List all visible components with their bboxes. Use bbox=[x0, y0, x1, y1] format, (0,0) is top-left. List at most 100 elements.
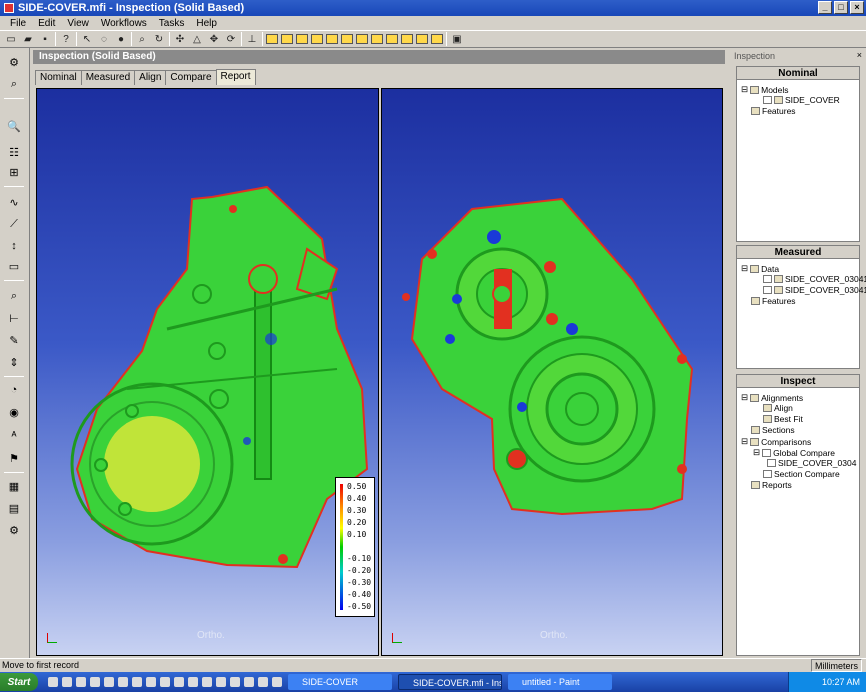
quick-launch-icon[interactable] bbox=[90, 677, 100, 687]
left-3d-viewport[interactable]: 0.50 0.40 0.30 0.20 0.10 -0.10 -0.20 -0.… bbox=[36, 88, 379, 656]
quick-launch-icon[interactable] bbox=[188, 677, 198, 687]
flag-tool-icon[interactable]: ⚑ bbox=[5, 450, 23, 466]
checkbox-icon[interactable] bbox=[762, 448, 772, 457]
screen-icon[interactable]: ▣ bbox=[450, 32, 464, 46]
tree-item-gc-scan[interactable]: SIDE_COVER_0304 bbox=[778, 458, 856, 468]
lasso-icon[interactable]: ◌ bbox=[97, 32, 111, 46]
curve-tool-icon[interactable]: ∿ bbox=[5, 194, 23, 210]
expand-icon[interactable]: ⊟ bbox=[741, 263, 748, 274]
help-icon[interactable]: ? bbox=[59, 32, 73, 46]
expand-icon[interactable]: ⊟ bbox=[741, 436, 748, 447]
maximize-button[interactable]: □ bbox=[834, 1, 848, 14]
quick-launch-icon[interactable] bbox=[230, 677, 240, 687]
checkbox-icon[interactable] bbox=[763, 275, 772, 283]
open-folder-icon[interactable]: ▰ bbox=[21, 32, 35, 46]
view-iso1-icon[interactable] bbox=[356, 34, 368, 44]
quick-launch-icon[interactable] bbox=[118, 677, 128, 687]
tree-item-reports[interactable]: Reports bbox=[762, 480, 792, 490]
quick-launch-icon[interactable] bbox=[132, 677, 142, 687]
tree-item-align[interactable]: Align bbox=[774, 403, 793, 413]
taskbar-item-paint[interactable]: untitled - Paint bbox=[508, 674, 612, 690]
quick-launch-icon[interactable] bbox=[146, 677, 156, 687]
right-3d-viewport[interactable]: Ortho. bbox=[381, 88, 723, 656]
checkbox-icon[interactable] bbox=[767, 459, 776, 467]
tree-item-side-cover[interactable]: SIDE_COVER bbox=[785, 95, 840, 105]
checkbox-icon[interactable] bbox=[763, 96, 772, 104]
tab-compare[interactable]: Compare bbox=[165, 70, 217, 85]
quick-launch-icon[interactable] bbox=[48, 677, 58, 687]
tab-measured[interactable]: Measured bbox=[80, 70, 136, 85]
close-button[interactable]: × bbox=[850, 1, 864, 14]
expand-icon[interactable]: ⊟ bbox=[741, 84, 748, 95]
sphere-icon[interactable]: ● bbox=[114, 32, 128, 46]
fit-icon[interactable]: ✣ bbox=[173, 32, 187, 46]
quick-launch-icon[interactable] bbox=[160, 677, 170, 687]
tab-align[interactable]: Align bbox=[134, 70, 167, 85]
checkbox-icon[interactable] bbox=[763, 470, 772, 478]
taskbar-item-side-cover[interactable]: SIDE-COVER bbox=[288, 674, 392, 690]
close-icon[interactable]: × bbox=[857, 50, 862, 60]
view-top-icon[interactable] bbox=[326, 34, 338, 44]
tree-item-sections[interactable]: Sections bbox=[762, 425, 795, 435]
quick-launch-icon[interactable] bbox=[76, 677, 86, 687]
tree-item-models[interactable]: Models bbox=[761, 85, 788, 95]
quick-launch-icon[interactable] bbox=[216, 677, 226, 687]
align-tool-icon[interactable]: ⚙ bbox=[5, 54, 23, 70]
spin-icon[interactable]: ⟳ bbox=[224, 32, 238, 46]
checkbox-icon[interactable] bbox=[763, 286, 772, 294]
menu-edit[interactable]: Edit bbox=[38, 18, 55, 29]
line-tool-icon[interactable]: ⟋ bbox=[5, 216, 23, 232]
view-back-icon[interactable] bbox=[281, 34, 293, 44]
zoom-tool-icon[interactable]: 🔍 bbox=[5, 118, 23, 134]
tree-item-global-compare[interactable]: Global Compare bbox=[773, 448, 835, 458]
quick-launch-icon[interactable] bbox=[202, 677, 212, 687]
pan-icon[interactable]: ✥ bbox=[207, 32, 221, 46]
zoom-icon[interactable]: ⌕ bbox=[135, 32, 149, 46]
quick-launch-icon[interactable] bbox=[174, 677, 184, 687]
quick-launch-icon[interactable] bbox=[104, 677, 114, 687]
report-tool-icon[interactable]: ▦ bbox=[5, 478, 23, 494]
deviation-tool-icon[interactable]: ◉ bbox=[5, 404, 23, 420]
tree-item-scan-2[interactable]: SIDE_COVER_030416 bbox=[785, 285, 866, 295]
tab-report[interactable]: Report bbox=[215, 69, 256, 85]
menu-workflows[interactable]: Workflows bbox=[101, 18, 147, 29]
select-arrow-icon[interactable]: ↖ bbox=[80, 32, 94, 46]
new-file-icon[interactable]: ▭ bbox=[4, 32, 18, 46]
tree-item-data[interactable]: Data bbox=[761, 264, 779, 274]
tree-item-comparisons[interactable]: Comparisons bbox=[761, 437, 811, 447]
tree-item-alignments[interactable]: Alignments bbox=[761, 393, 803, 403]
view-right-icon[interactable] bbox=[311, 34, 323, 44]
quick-launch-icon[interactable] bbox=[62, 677, 72, 687]
save-icon[interactable]: ▪ bbox=[38, 32, 52, 46]
search-tool-icon[interactable]: ⌕ bbox=[5, 288, 23, 304]
triangle-icon[interactable]: △ bbox=[190, 32, 204, 46]
tree-item-features[interactable]: Features bbox=[762, 296, 796, 306]
gauge-tool-icon[interactable]: ◔ bbox=[5, 382, 23, 398]
probe-tool-icon[interactable]: ⌕ bbox=[5, 76, 23, 92]
height-tool-icon[interactable]: ⇕ bbox=[5, 354, 23, 370]
menu-help[interactable]: Help bbox=[196, 18, 217, 29]
tree-item-section-compare[interactable]: Section Compare bbox=[774, 469, 840, 479]
menu-file[interactable]: File bbox=[10, 18, 26, 29]
minimize-button[interactable]: _ bbox=[818, 1, 832, 14]
tree-item-best-fit[interactable]: Best Fit bbox=[774, 414, 803, 424]
expand-icon[interactable]: ⊟ bbox=[753, 447, 760, 458]
tree-item-scan-1[interactable]: SIDE_COVER_030416 bbox=[785, 274, 866, 284]
pen-tool-icon[interactable]: ✎ bbox=[5, 332, 23, 348]
menu-view[interactable]: View bbox=[67, 18, 89, 29]
quick-launch-icon[interactable] bbox=[258, 677, 268, 687]
quick-launch-icon[interactable] bbox=[272, 677, 282, 687]
clock[interactable]: 10:27 AM bbox=[822, 677, 860, 687]
view-iso2-icon[interactable] bbox=[371, 34, 383, 44]
tab-nominal[interactable]: Nominal bbox=[35, 70, 82, 85]
menu-tasks[interactable]: Tasks bbox=[159, 18, 185, 29]
settings-tool-icon[interactable]: ⚙ bbox=[5, 522, 23, 538]
quick-launch-icon[interactable] bbox=[244, 677, 254, 687]
expand-icon[interactable]: ⊟ bbox=[741, 392, 748, 403]
label-tool-icon[interactable]: ᴬ bbox=[5, 428, 23, 444]
start-button[interactable]: Start bbox=[0, 673, 38, 691]
view-iso3-icon[interactable] bbox=[386, 34, 398, 44]
chart-tool-icon[interactable]: ▤ bbox=[5, 500, 23, 516]
dimension-tool-icon[interactable]: ↕ bbox=[5, 238, 23, 254]
rotate-icon[interactable]: ↻ bbox=[152, 32, 166, 46]
